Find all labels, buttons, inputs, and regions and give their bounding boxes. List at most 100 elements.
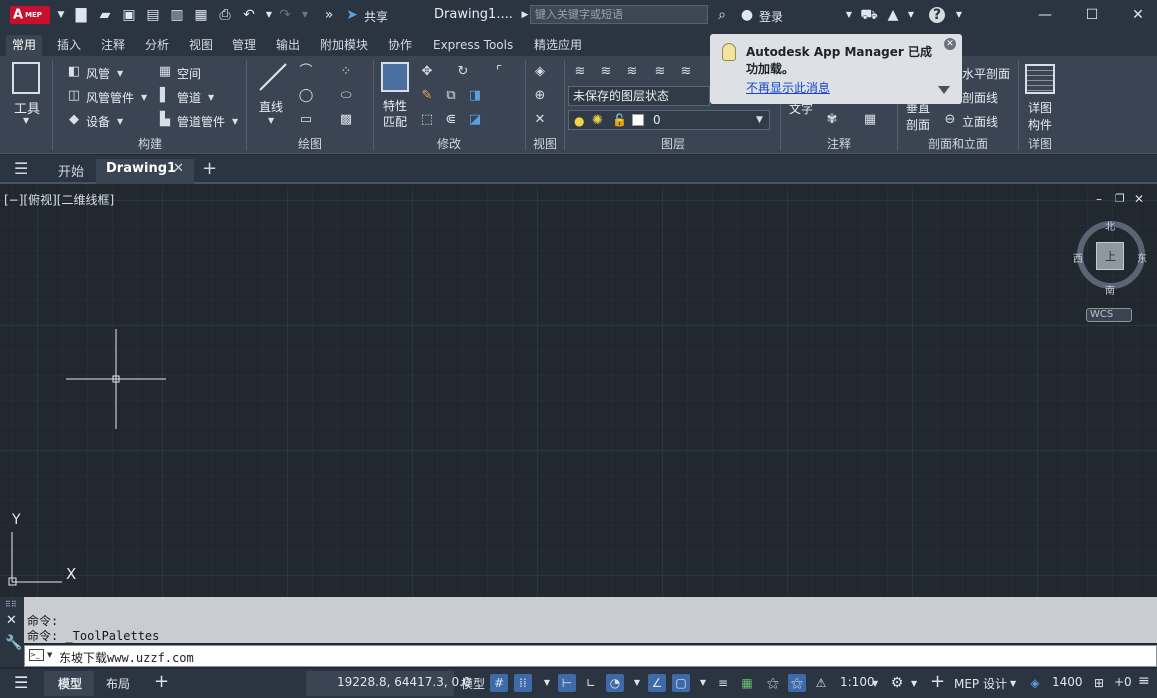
auto-scale-icon[interactable]: ⚝ bbox=[788, 674, 806, 692]
model-tab[interactable]: 模型 bbox=[58, 675, 82, 692]
annotation-visibility-icon[interactable]: ⚝ bbox=[764, 674, 782, 692]
lineweight-icon[interactable]: ≡ bbox=[714, 674, 732, 692]
osnap-dropdown-icon[interactable]: ▼ bbox=[694, 674, 712, 692]
tab-output[interactable]: 输出 bbox=[270, 35, 306, 56]
pipe-button[interactable]: 管道 bbox=[177, 89, 201, 106]
save-to-web-icon[interactable]: ▦ bbox=[192, 7, 210, 23]
login-dropdown-icon[interactable]: ▼ bbox=[840, 7, 858, 23]
point-icon[interactable]: ⁘ bbox=[338, 64, 354, 80]
layout-menu-icon[interactable]: ☰ bbox=[14, 673, 28, 692]
workspace-name[interactable]: MEP 设计 bbox=[954, 675, 1007, 692]
viewport-close-icon[interactable]: ✕ bbox=[1134, 192, 1144, 206]
snap-dropdown-icon[interactable]: ▼ bbox=[538, 674, 556, 692]
erase-icon[interactable]: ✎ bbox=[419, 88, 435, 104]
wcs-menu[interactable]: WCS bbox=[1086, 308, 1132, 322]
equipment-icon[interactable]: ◆ bbox=[66, 112, 82, 128]
viewcube-north[interactable]: 北 bbox=[1105, 218, 1115, 233]
workspace-name-dropdown-icon[interactable]: ▼ bbox=[1010, 679, 1016, 688]
coordinates-readout[interactable]: 19228.8, 64417.3, 0.0 bbox=[337, 675, 471, 689]
help-icon[interactable]: ? bbox=[929, 7, 945, 23]
layer-on-icon[interactable]: ● bbox=[574, 114, 584, 128]
viewport-minimize-icon[interactable]: – bbox=[1096, 192, 1102, 206]
layer-freeze-icon[interactable]: ≋ bbox=[678, 64, 694, 80]
duct-fitting-button[interactable]: 风管管件 bbox=[86, 89, 134, 106]
duct-button[interactable]: 风管 bbox=[86, 65, 110, 82]
drawing-canvas[interactable]: [−][俯视][二维线框] – ❐ ✕ Y X bbox=[0, 186, 1157, 597]
app-menu-chevron-icon[interactable]: ▼ bbox=[52, 7, 70, 23]
more-tools-icon[interactable]: » bbox=[320, 7, 338, 23]
detail-component-icon[interactable] bbox=[1025, 64, 1055, 94]
horizontal-section-button[interactable]: 水平剖面 bbox=[962, 65, 1010, 82]
space-button[interactable]: 空间 bbox=[177, 65, 201, 82]
modify-panel-label[interactable]: 修改 bbox=[374, 136, 524, 152]
space-icon[interactable]: ▦ bbox=[157, 64, 173, 80]
annotation-scale-value[interactable]: 1:100 bbox=[840, 675, 875, 689]
layer-unisolate-icon[interactable]: ≋ bbox=[624, 64, 640, 80]
layer-state-dropdown[interactable]: 未保存的图层状态 bbox=[568, 86, 710, 106]
command-close-icon[interactable]: ✕ bbox=[6, 613, 17, 628]
redo-icon[interactable]: ↷ bbox=[276, 7, 294, 23]
layer-panel-label[interactable]: 图层 bbox=[566, 136, 780, 152]
annotate-panel-label[interactable]: 注释 bbox=[782, 136, 896, 152]
table-icon[interactable]: ▦ bbox=[862, 112, 878, 128]
tool-palette-icon[interactable] bbox=[12, 62, 40, 94]
tab-featured-apps[interactable]: 精选应用 bbox=[528, 35, 588, 56]
viewcube-top-face[interactable]: 上 bbox=[1105, 248, 1116, 264]
tab-drawing1-label[interactable]: Drawing1 bbox=[106, 161, 176, 176]
share-button[interactable]: 共享 bbox=[364, 8, 388, 25]
ellipse-icon[interactable]: ⬭ bbox=[338, 88, 354, 104]
tab-close-icon[interactable]: ✕ bbox=[173, 161, 184, 176]
view-panel-label[interactable]: 视图 bbox=[526, 136, 564, 152]
open-folder-icon[interactable]: ▰ bbox=[96, 7, 114, 23]
cart-icon[interactable]: ⛟ bbox=[860, 7, 878, 23]
viewcube-east[interactable]: 东 bbox=[1137, 250, 1147, 265]
pipe-fitting-icon[interactable]: ▙ bbox=[157, 112, 173, 128]
equipment-button[interactable]: 设备 bbox=[86, 113, 110, 130]
circle-icon[interactable]: ◯ bbox=[298, 88, 314, 104]
polyline-icon[interactable]: ⌒ bbox=[298, 64, 314, 80]
tab-analyze[interactable]: 分析 bbox=[139, 35, 175, 56]
pipe-dropdown-icon[interactable]: ▼ bbox=[208, 93, 214, 102]
save-icon[interactable]: ▣ bbox=[120, 7, 138, 23]
offset-icon[interactable]: ⋐ bbox=[443, 112, 459, 128]
help-dropdown-icon[interactable]: ▼ bbox=[950, 7, 968, 23]
line-dropdown-icon[interactable]: ▼ bbox=[268, 116, 274, 125]
layer-off-icon[interactable]: ≋ bbox=[652, 64, 668, 80]
hatch-icon[interactable]: ▩ bbox=[338, 112, 354, 128]
detail-component-label-bottom[interactable]: 构件 bbox=[1028, 116, 1052, 133]
tab-start[interactable]: 开始 bbox=[58, 161, 84, 180]
tab-manage[interactable]: 管理 bbox=[226, 35, 262, 56]
command-grip-icon[interactable]: ⠿⠿ bbox=[5, 600, 17, 609]
draw-panel-label[interactable]: 绘图 bbox=[248, 136, 372, 152]
elevation-line-icon[interactable]: ⊖ bbox=[942, 112, 958, 128]
viewport-controls-label[interactable]: [−][俯视][二维线框] bbox=[4, 191, 114, 208]
search-input[interactable]: 键入关键字或短语 bbox=[530, 5, 708, 24]
elevation-value[interactable]: 1400 bbox=[1052, 675, 1083, 689]
rotate-icon[interactable]: ↻ bbox=[455, 64, 471, 80]
undo-icon[interactable]: ↶ bbox=[240, 7, 258, 23]
share-icon[interactable]: ➤ bbox=[343, 7, 361, 23]
viewport-restore-icon[interactable]: ❐ bbox=[1115, 192, 1125, 205]
ortho-icon[interactable]: ∟ bbox=[582, 674, 600, 692]
transparency-icon[interactable]: ▦ bbox=[738, 674, 756, 692]
layers-icon[interactable]: ◈ bbox=[1026, 674, 1044, 692]
line-icon[interactable] bbox=[258, 62, 288, 92]
account-dropdown-icon[interactable]: ▼ bbox=[902, 7, 920, 23]
layer-dropdown-chevron-icon[interactable]: ▼ bbox=[756, 115, 763, 125]
layer-unlock-icon[interactable]: 🔓 bbox=[612, 113, 627, 127]
dynamic-input-icon[interactable]: ⊢ bbox=[558, 674, 576, 692]
pipe-icon[interactable]: ▌ bbox=[157, 88, 173, 104]
command-input-text[interactable]: 东坡下载www.uzzf.com bbox=[59, 649, 194, 666]
workspace-dropdown-icon[interactable]: ▼ bbox=[911, 679, 917, 688]
viewcube-west[interactable]: 西 bbox=[1073, 250, 1083, 265]
build-panel-label[interactable]: 构建 bbox=[54, 136, 246, 152]
tab-insert[interactable]: 插入 bbox=[51, 35, 87, 56]
hamburger-menu-icon[interactable]: ☰ bbox=[14, 159, 28, 178]
isometric-drafting-icon[interactable]: ∠ bbox=[648, 674, 666, 692]
elevation-offset[interactable]: +0 bbox=[1114, 675, 1132, 689]
close-icon[interactable]: ✕ bbox=[1128, 6, 1148, 24]
detail-panel-label[interactable]: 详图 bbox=[1019, 136, 1061, 152]
snap-icon[interactable]: ⁞⁞ bbox=[514, 674, 532, 692]
cut-plane-icon[interactable]: ⊞ bbox=[1090, 674, 1108, 692]
model-space-toggle[interactable]: 模型 bbox=[461, 675, 485, 692]
